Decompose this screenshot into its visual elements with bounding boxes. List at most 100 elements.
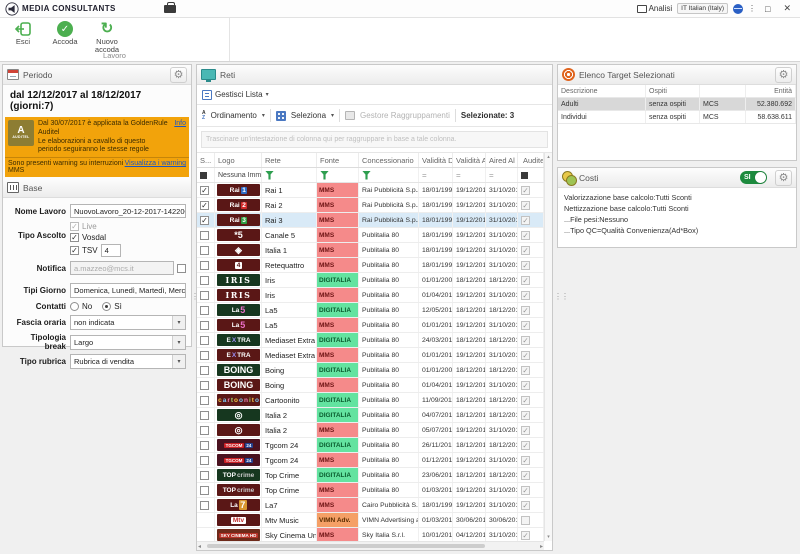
filter-rete[interactable] (262, 168, 317, 182)
channel-row[interactable]: *5 Canale 5 MMS Publitalia 80 18/01/1998… (197, 228, 544, 243)
target-col-ospiti[interactable]: Ospiti (646, 85, 700, 97)
target-row[interactable]: Adultisenza ospitiMCS52.380.692 (558, 98, 796, 111)
col-validita-al[interactable]: Validità Al (453, 153, 486, 167)
auditel-checkbox[interactable]: ✓ (521, 321, 530, 330)
group-by-bar[interactable]: Trascinare un'intestazione di colonna qu… (201, 131, 548, 148)
col-validita-dal[interactable]: Validità Dal (419, 153, 453, 167)
auditel-checkbox[interactable]: ✓ (521, 231, 530, 240)
filter-fonte[interactable] (317, 168, 359, 182)
auditel-checkbox[interactable]: ✓ (521, 456, 530, 465)
row-select-checkbox[interactable] (200, 456, 209, 465)
row-select-checkbox[interactable] (200, 411, 209, 420)
channel-row[interactable]: ✓ Rai3 Rai 3 MMS Rai Pubblicità S.p.A. 1… (197, 213, 544, 228)
channel-row[interactable]: La5 La5 MMS Publitalia 80 01/01/2011 19/… (197, 318, 544, 333)
contatti-no-radio[interactable] (70, 302, 79, 311)
fascia-oraria-select[interactable]: non indicata▾ (70, 315, 186, 330)
auditel-checkbox[interactable]: ✓ (521, 306, 530, 315)
info-link[interactable]: Info (174, 120, 186, 155)
row-select-checkbox[interactable] (200, 276, 209, 285)
channel-row[interactable]: TGCOM24 Tgcom 24 DIGITALIA Publitalia 80… (197, 438, 544, 453)
scroll-down-icon[interactable]: ▾ (547, 534, 550, 540)
col-aired-al[interactable]: Aired Al (486, 153, 518, 167)
auditel-checkbox[interactable]: ✓ (521, 201, 530, 210)
vertical-scrollbar[interactable]: ▴ ▾ (544, 153, 552, 541)
channel-row[interactable]: La5 La5 DIGITALIA Publitalia 80 12/05/20… (197, 303, 544, 318)
channel-row[interactable]: ✓ Rai1 Rai 1 MMS Rai Pubblicità S.p.A. 1… (197, 183, 544, 198)
auditel-checkbox[interactable]: ✓ (521, 276, 530, 285)
ordinamento-button[interactable]: Ordinamento (211, 111, 257, 120)
language-selector[interactable]: IT Italian (Italy) (677, 3, 728, 14)
col-rete[interactable]: Rete (262, 153, 317, 167)
channel-row[interactable]: La7 La7 MMS Cairo Pubblicità S.p.A. 18/0… (197, 498, 544, 513)
close-button[interactable]: ✕ (779, 3, 795, 14)
contatti-si-radio[interactable] (102, 302, 111, 311)
row-select-checkbox[interactable]: ✓ (200, 186, 209, 195)
row-select-checkbox[interactable] (200, 501, 209, 510)
auditel-checkbox[interactable]: ✓ (521, 441, 530, 450)
auditel-checkbox[interactable]: ✓ (521, 381, 530, 390)
target-col-entita[interactable]: Entità (746, 85, 796, 97)
filter-concessionario[interactable] (359, 168, 419, 182)
row-select-checkbox[interactable] (200, 336, 209, 345)
row-select-checkbox[interactable] (200, 366, 209, 375)
target-settings-button[interactable]: ⚙ (775, 67, 792, 83)
scrollbar-thumb[interactable] (207, 544, 485, 548)
row-select-checkbox[interactable] (200, 351, 209, 360)
auditel-checkbox[interactable]: ✓ (521, 486, 530, 495)
target-col-descrizione[interactable]: Descrizione (558, 85, 646, 97)
channel-row[interactable]: BOING Boing MMS Publitalia 80 01/04/2010… (197, 378, 544, 393)
filter-validita-dal[interactable]: = (419, 168, 453, 182)
auditel-checkbox[interactable]: ✓ (521, 351, 530, 360)
channel-row[interactable]: ◎ Italia 2 DIGITALIA Publitalia 80 04/07… (197, 408, 544, 423)
periodo-settings-button[interactable]: ⚙ (170, 67, 187, 83)
row-select-checkbox[interactable] (200, 246, 209, 255)
col-auditel[interactable]: Auditel (518, 153, 544, 167)
auditel-checkbox[interactable]: ✓ (521, 411, 530, 420)
target-row[interactable]: Individuisenza ospitiMCS58.638.611 (558, 111, 796, 124)
tipo-rubrica-select[interactable]: Rubrica di vendita▾ (70, 354, 186, 369)
seleziona-button[interactable]: Seleziona (291, 111, 326, 120)
row-select-checkbox[interactable] (200, 486, 209, 495)
auditel-checkbox[interactable]: ✓ (521, 291, 530, 300)
channel-row[interactable]: 4 Retequattro MMS Publitalia 80 18/01/19… (197, 258, 544, 273)
auditel-checkbox[interactable]: ✓ (521, 531, 530, 540)
gestore-raggruppamenti-button[interactable]: Gestore Raggruppamenti (360, 111, 450, 120)
row-select-checkbox[interactable] (200, 321, 209, 330)
auditel-checkbox[interactable]: ✓ (521, 471, 530, 480)
row-select-checkbox[interactable]: ✓ (200, 201, 209, 210)
row-select-checkbox[interactable]: ✓ (200, 216, 209, 225)
col-logo[interactable]: Logo (215, 153, 262, 167)
row-select-checkbox[interactable] (200, 231, 209, 240)
channel-row[interactable]: cartoonito Cartoonito DIGITALIA Publital… (197, 393, 544, 408)
auditel-checkbox[interactable] (521, 516, 530, 525)
analisi-tab[interactable]: Analisi (637, 4, 673, 13)
row-select-checkbox[interactable] (200, 291, 209, 300)
auditel-checkbox[interactable]: ✓ (521, 501, 530, 510)
filter-validita-al[interactable]: = (453, 168, 486, 182)
horizontal-scrollbar[interactable]: ◂ ▸ (197, 541, 544, 550)
live-checkbox[interactable]: ✓ (70, 222, 79, 231)
row-select-checkbox[interactable] (200, 471, 209, 480)
row-select-checkbox[interactable] (200, 441, 209, 450)
col-select[interactable]: S... (197, 153, 215, 167)
channel-row[interactable]: ✓ Rai2 Rai 2 MMS Rai Pubblicità S.p.A. 1… (197, 198, 544, 213)
auditel-checkbox[interactable]: ✓ (521, 366, 530, 375)
channel-row[interactable]: TGCOM24 Tgcom 24 MMS Publitalia 80 01/12… (197, 453, 544, 468)
right-splitter-handle[interactable]: ⋮⋮ (554, 292, 568, 301)
auditel-checkbox[interactable]: ✓ (521, 336, 530, 345)
filter-aired-al[interactable]: = (486, 168, 518, 182)
channel-row[interactable]: SKY CINEMA HD Sky Cinema Uno MMS Sky Ita… (197, 528, 544, 541)
nome-lavoro-input[interactable]: NuovoLavoro_20-12-2017-142200 (70, 204, 186, 218)
row-select-checkbox[interactable] (200, 261, 209, 270)
col-fonte[interactable]: Fonte (317, 153, 359, 167)
scroll-up-icon[interactable]: ▴ (547, 154, 550, 160)
accoda-button[interactable]: ✓ Accoda (46, 20, 84, 55)
notifica-input[interactable]: a.mazzeo@mcs.it (70, 261, 174, 275)
auditel-checkbox[interactable]: ✓ (521, 396, 530, 405)
scroll-right-icon[interactable]: ▸ (540, 543, 544, 550)
costi-toggle[interactable]: SI (740, 171, 767, 184)
row-select-checkbox[interactable] (200, 381, 209, 390)
channel-row[interactable]: Mtv Mtv Music VIMN Adv. VIMN Advertising… (197, 513, 544, 528)
briefcase-icon[interactable] (164, 5, 176, 13)
gestisci-lista-button[interactable]: Gestisci Lista (215, 90, 263, 99)
